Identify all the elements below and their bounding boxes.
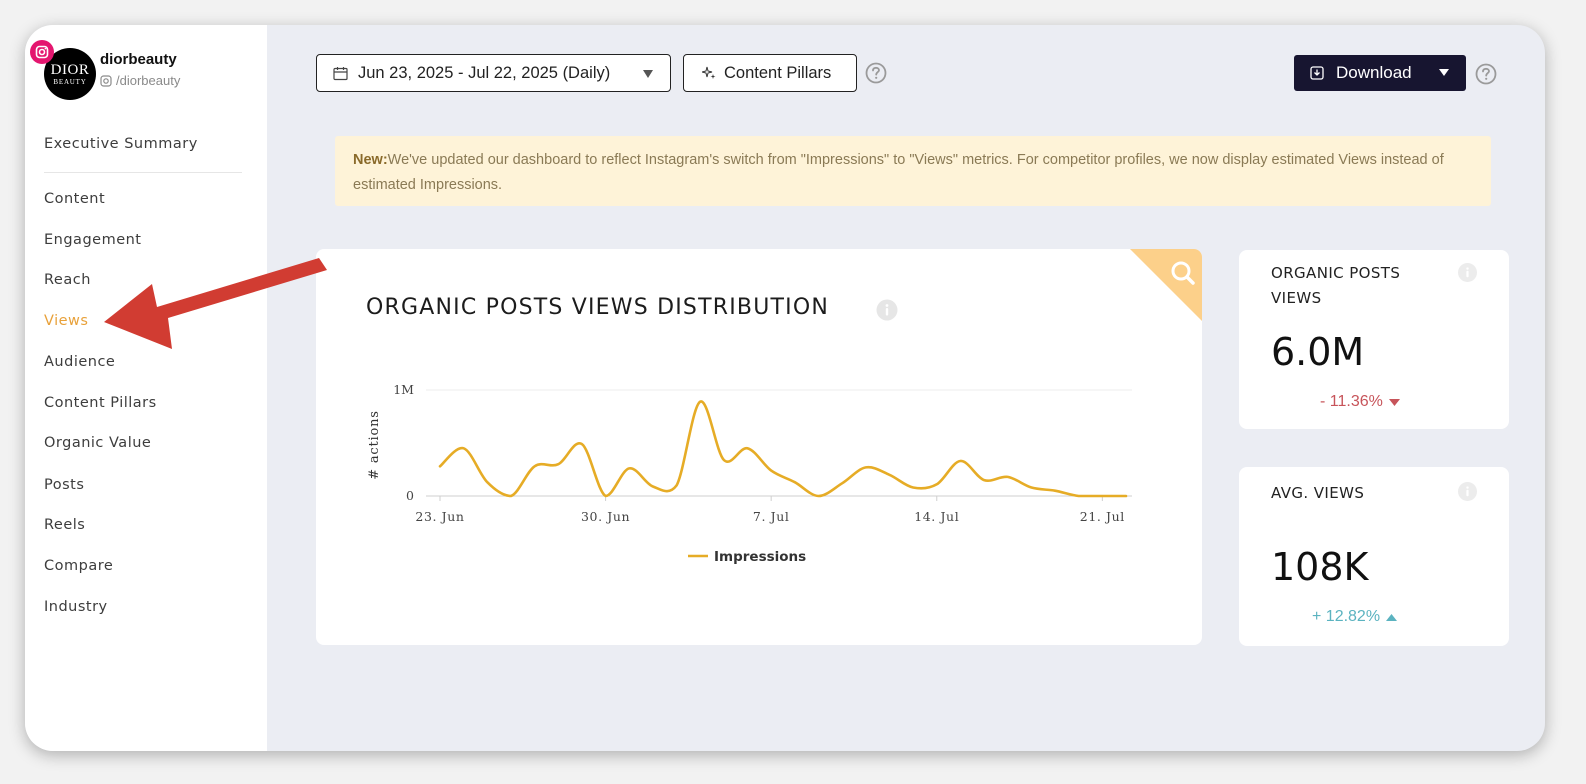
annotation-arrow-icon [104,258,327,349]
